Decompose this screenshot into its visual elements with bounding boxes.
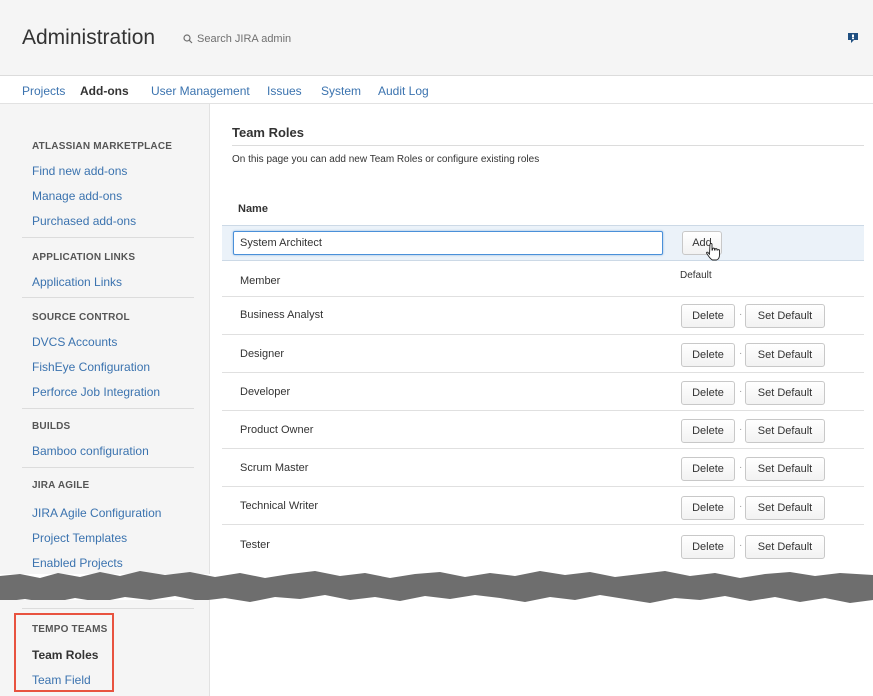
sidebar-heading-builds: BUILDS: [32, 421, 71, 432]
sidebar-item-find-new-add-ons[interactable]: Find new add-ons: [32, 164, 127, 178]
sidebar-divider: [22, 237, 194, 238]
row-divider: [222, 448, 864, 449]
sidebar-heading-application-links: APPLICATION LINKS: [32, 252, 136, 263]
role-name-developer: Developer: [240, 386, 291, 398]
row-divider: [222, 410, 864, 411]
role-name-product-owner: Product Owner: [240, 424, 314, 436]
sidebar-divider: [22, 608, 194, 609]
column-header-name: Name: [238, 203, 268, 215]
delete-button[interactable]: Delete: [681, 535, 735, 559]
feedback-icon[interactable]: [846, 31, 860, 45]
row-divider: [222, 296, 864, 297]
tab-user-management[interactable]: User Management: [151, 84, 250, 98]
sidebar: ATLASSIAN MARKETPLACE Find new add-ons M…: [0, 104, 210, 574]
tempo-teams-highlight: [14, 613, 114, 692]
set-default-button[interactable]: Set Default: [745, 343, 825, 367]
search-icon: [183, 34, 193, 44]
row-divider: [222, 486, 864, 487]
search-placeholder: Search JIRA admin: [197, 33, 292, 45]
sidebar-divider: [22, 408, 194, 409]
tab-audit-log[interactable]: Audit Log: [378, 84, 429, 98]
set-default-button[interactable]: Set Default: [745, 419, 825, 443]
role-name-technical-writer: Technical Writer: [240, 500, 319, 512]
sidebar-item-dvcs-accounts[interactable]: DVCS Accounts: [32, 335, 117, 349]
separator: ·: [739, 424, 743, 435]
admin-nav: Projects Add-ons User Management Issues …: [0, 76, 873, 104]
sidebar-item-fisheye-configuration[interactable]: FishEye Configuration: [32, 360, 150, 374]
separator: ·: [739, 309, 743, 320]
sidebar-heading-source-control: SOURCE CONTROL: [32, 312, 130, 323]
tab-system[interactable]: System: [321, 84, 361, 98]
section-description: On this page you can add new Team Roles …: [232, 154, 540, 165]
tab-issues[interactable]: Issues: [267, 84, 302, 98]
admin-search[interactable]: Search JIRA admin: [183, 33, 291, 45]
delete-button[interactable]: Delete: [681, 343, 735, 367]
tab-add-ons[interactable]: Add-ons: [80, 84, 129, 98]
sidebar-item-bamboo-configuration[interactable]: Bamboo configuration: [32, 444, 149, 458]
sidebar-item-application-links[interactable]: Application Links: [32, 275, 122, 289]
role-name-designer: Designer: [240, 348, 285, 360]
row-divider: [222, 334, 864, 335]
separator: ·: [739, 501, 743, 512]
section-title: Team Roles: [232, 125, 305, 140]
title-divider: [232, 145, 864, 146]
separator: ·: [739, 540, 743, 551]
set-default-button[interactable]: Set Default: [745, 535, 825, 559]
set-default-button[interactable]: Set Default: [745, 496, 825, 520]
sidebar-item-manage-add-ons[interactable]: Manage add-ons: [32, 189, 122, 203]
sidebar-item-purchased-add-ons[interactable]: Purchased add-ons: [32, 214, 136, 228]
separator: ·: [739, 386, 743, 397]
sidebar-divider: [22, 297, 194, 298]
hand-cursor-icon: [706, 243, 720, 261]
set-default-button[interactable]: Set Default: [745, 457, 825, 481]
separator: ·: [739, 462, 743, 473]
delete-button[interactable]: Delete: [681, 496, 735, 520]
row-divider: [222, 372, 864, 373]
default-label: Default: [680, 270, 712, 281]
admin-header: Administration Search JIRA admin: [0, 0, 873, 76]
sidebar-heading-jira-agile: JIRA AGILE: [32, 480, 90, 491]
role-name-member: Member: [240, 275, 281, 287]
tab-projects[interactable]: Projects: [22, 84, 65, 98]
delete-button[interactable]: Delete: [681, 457, 735, 481]
set-default-button[interactable]: Set Default: [745, 304, 825, 328]
set-default-button[interactable]: Set Default: [745, 381, 825, 405]
sidebar-item-jira-agile-configuration[interactable]: JIRA Agile Configuration: [32, 506, 161, 520]
separator: ·: [739, 348, 743, 359]
delete-button[interactable]: Delete: [681, 419, 735, 443]
role-name-business-analyst: Business Analyst: [240, 309, 324, 321]
role-name-tester: Tester: [240, 539, 270, 551]
delete-button[interactable]: Delete: [681, 304, 735, 328]
delete-button[interactable]: Delete: [681, 381, 735, 405]
page-title: Administration: [22, 26, 156, 49]
role-name-scrum-master: Scrum Master: [240, 462, 309, 474]
sidebar-divider: [22, 467, 194, 468]
sidebar-item-project-templates[interactable]: Project Templates: [32, 531, 127, 545]
sidebar-heading-marketplace: ATLASSIAN MARKETPLACE: [32, 141, 173, 152]
row-divider: [222, 524, 864, 525]
sidebar-item-perforce-job-integration[interactable]: Perforce Job Integration: [32, 385, 160, 399]
new-role-input[interactable]: [233, 231, 663, 255]
